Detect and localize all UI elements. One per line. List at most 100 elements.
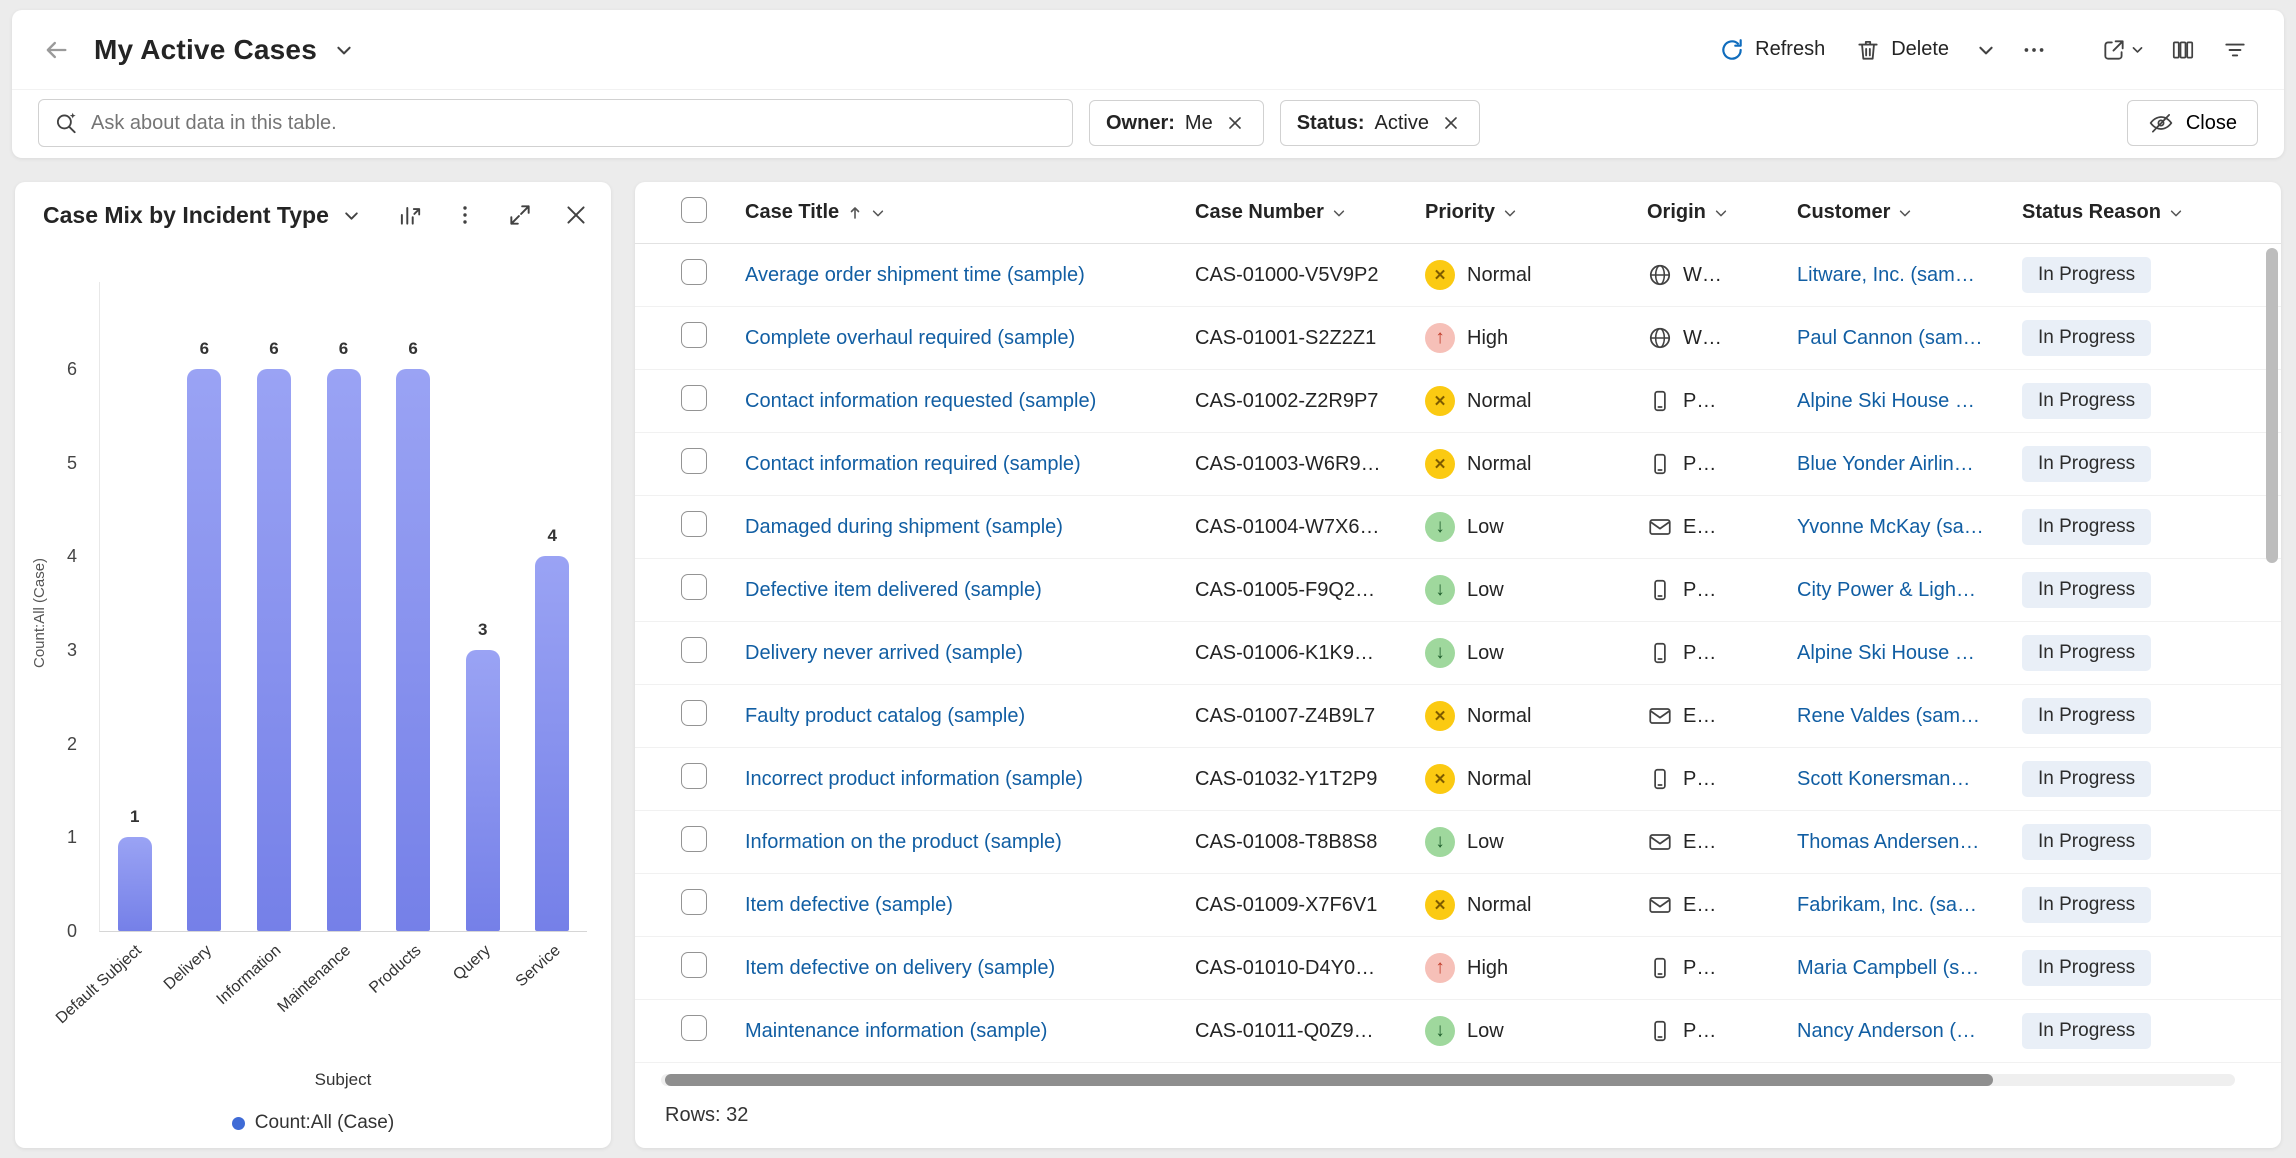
row-checkbox[interactable] — [681, 259, 707, 285]
bar-service[interactable] — [535, 556, 569, 931]
case-title-link[interactable]: Defective item delivered (sample) — [745, 579, 1181, 602]
bar-value-label: 6 — [309, 339, 379, 359]
row-checkbox[interactable] — [681, 889, 707, 915]
phone-icon — [1647, 1018, 1673, 1044]
remove-owner-filter-button[interactable] — [1223, 111, 1247, 135]
row-checkbox[interactable] — [681, 385, 707, 411]
row-checkbox[interactable] — [681, 1015, 707, 1041]
customer-link[interactable]: Fabrikam, Inc. (sa… — [1797, 894, 2008, 917]
priority-low-icon: ↓ — [1425, 575, 1455, 605]
change-chart-view-button[interactable] — [393, 198, 427, 232]
horizontal-scrollbar-thumb[interactable] — [665, 1074, 1993, 1086]
column-header-status-reason[interactable]: Status Reason — [2008, 201, 2281, 224]
case-title-link[interactable]: Information on the product (sample) — [745, 831, 1181, 854]
expand-icon — [507, 202, 533, 228]
bar-products[interactable] — [396, 369, 430, 931]
case-title-link[interactable]: Contact information required (sample) — [745, 453, 1181, 476]
row-checkbox[interactable] — [681, 448, 707, 474]
row-checkbox[interactable] — [681, 763, 707, 789]
row-checkbox[interactable] — [681, 637, 707, 663]
filter-button[interactable] — [2212, 27, 2258, 73]
row-checkbox[interactable] — [681, 322, 707, 348]
case-title-link[interactable]: Average order shipment time (sample) — [745, 264, 1181, 287]
case-title-link[interactable]: Maintenance information (sample) — [745, 1020, 1181, 1043]
ask-data-input[interactable] — [91, 112, 1058, 135]
share-button[interactable] — [2091, 27, 2154, 73]
case-title-link[interactable]: Delivery never arrived (sample) — [745, 642, 1181, 665]
case-title-link[interactable]: Faulty product catalog (sample) — [745, 705, 1181, 728]
chevron-down-icon — [2131, 43, 2144, 56]
table-row[interactable]: Item defective (sample) CAS-01009-X7F6V1… — [635, 874, 2281, 937]
customer-link[interactable]: Maria Campbell (s… — [1797, 957, 2008, 980]
overflow-menu-button[interactable] — [2011, 27, 2057, 73]
remove-status-filter-button[interactable] — [1439, 111, 1463, 135]
bar-maintenance[interactable] — [327, 369, 361, 931]
row-checkbox[interactable] — [681, 700, 707, 726]
view-selector-chevron-icon[interactable] — [329, 35, 359, 65]
priority-label: Normal — [1467, 894, 1531, 917]
refresh-label: Refresh — [1755, 38, 1825, 61]
row-checkbox[interactable] — [681, 826, 707, 852]
case-title-link[interactable]: Complete overhaul required (sample) — [745, 327, 1181, 350]
customer-link[interactable]: Thomas Andersen… — [1797, 831, 2008, 854]
table-row[interactable]: Average order shipment time (sample) CAS… — [635, 244, 2281, 307]
row-checkbox[interactable] — [681, 574, 707, 600]
customer-link[interactable]: Rene Valdes (sam… — [1797, 705, 2008, 728]
table-row[interactable]: Faulty product catalog (sample) CAS-0100… — [635, 685, 2281, 748]
bar-delivery[interactable] — [187, 369, 221, 931]
close-ask-bar-button[interactable]: Close — [2127, 100, 2258, 146]
customer-link[interactable]: City Power & Ligh… — [1797, 579, 2008, 602]
filter-pill-owner[interactable]: Owner: Me — [1089, 100, 1264, 146]
case-title-link[interactable]: Item defective on delivery (sample) — [745, 957, 1181, 980]
table-row[interactable]: Information on the product (sample) CAS-… — [635, 811, 2281, 874]
customer-link[interactable]: Alpine Ski House … — [1797, 390, 2008, 413]
vertical-scrollbar-thumb[interactable] — [2266, 248, 2278, 563]
select-all-checkbox[interactable] — [681, 197, 707, 223]
column-header-case-title[interactable]: Case Title — [731, 201, 1181, 224]
status-badge: In Progress — [2022, 887, 2151, 923]
table-row[interactable]: Defective item delivered (sample) CAS-01… — [635, 559, 2281, 622]
case-title-link[interactable]: Item defective (sample) — [745, 894, 1181, 917]
filter-pill-status[interactable]: Status: Active — [1280, 100, 1480, 146]
row-checkbox[interactable] — [681, 511, 707, 537]
table-row[interactable]: Damaged during shipment (sample) CAS-010… — [635, 496, 2281, 559]
table-row[interactable]: Maintenance information (sample) CAS-010… — [635, 1000, 2281, 1063]
table-row[interactable]: Incorrect product information (sample) C… — [635, 748, 2281, 811]
customer-link[interactable]: Paul Cannon (sam… — [1797, 327, 2008, 350]
customer-link[interactable]: Scott Konersman… — [1797, 768, 2008, 791]
table-row[interactable]: Contact information required (sample) CA… — [635, 433, 2281, 496]
customer-link[interactable]: Yvonne McKay (sa… — [1797, 516, 2008, 539]
customer-link[interactable]: Litware, Inc. (sam… — [1797, 264, 2008, 287]
column-header-origin[interactable]: Origin — [1633, 201, 1783, 224]
refresh-button[interactable]: Refresh — [1707, 27, 1837, 73]
table-row[interactable]: Item defective on delivery (sample) CAS-… — [635, 937, 2281, 1000]
expand-chart-button[interactable] — [503, 198, 537, 232]
delete-button[interactable]: Delete — [1843, 27, 1961, 73]
table-row[interactable]: Complete overhaul required (sample) CAS-… — [635, 307, 2281, 370]
more-commands-chevron-button[interactable] — [1967, 31, 2005, 69]
bar-default-subject[interactable] — [118, 837, 152, 931]
horizontal-scrollbar[interactable] — [661, 1074, 2235, 1086]
column-header-customer[interactable]: Customer — [1783, 201, 2008, 224]
back-button[interactable] — [38, 32, 74, 68]
case-title-link[interactable]: Incorrect product information (sample) — [745, 768, 1181, 791]
chart-more-options-button[interactable] — [449, 199, 481, 231]
chart-selector-chevron-icon[interactable] — [337, 201, 366, 230]
case-title-link[interactable]: Contact information requested (sample) — [745, 390, 1181, 413]
edit-columns-button[interactable] — [2160, 27, 2206, 73]
column-header-priority[interactable]: Priority — [1411, 201, 1633, 224]
origin-label: P… — [1683, 453, 1716, 476]
customer-link[interactable]: Nancy Anderson (… — [1797, 1020, 2008, 1043]
bar-information[interactable] — [257, 369, 291, 931]
vertical-scrollbar[interactable] — [2266, 246, 2278, 1061]
phone-icon — [1647, 451, 1673, 477]
column-header-case-number[interactable]: Case Number — [1181, 201, 1411, 224]
row-checkbox[interactable] — [681, 952, 707, 978]
close-chart-button[interactable] — [559, 198, 593, 232]
customer-link[interactable]: Blue Yonder Airlin… — [1797, 453, 2008, 476]
case-title-link[interactable]: Damaged during shipment (sample) — [745, 516, 1181, 539]
table-row[interactable]: Contact information requested (sample) C… — [635, 370, 2281, 433]
bar-query[interactable] — [466, 650, 500, 931]
table-row[interactable]: Delivery never arrived (sample) CAS-0100… — [635, 622, 2281, 685]
customer-link[interactable]: Alpine Ski House … — [1797, 642, 2008, 665]
